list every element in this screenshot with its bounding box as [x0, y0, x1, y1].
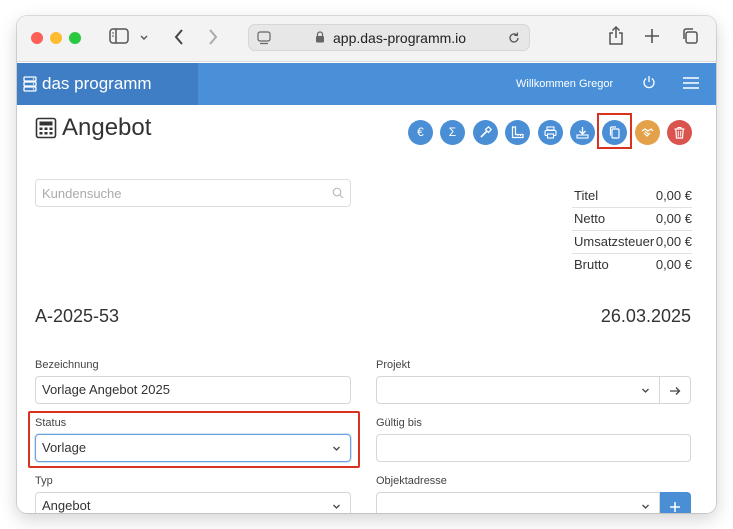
- hammer-icon: [480, 126, 492, 138]
- page-title: Angebot: [62, 114, 152, 141]
- bezeichnung-input[interactable]: Vorlage Angebot 2025: [35, 376, 351, 404]
- customer-search-input[interactable]: [36, 180, 316, 206]
- power-icon[interactable]: [642, 75, 656, 89]
- chevron-down-icon: [642, 504, 649, 509]
- welcome-text: Willkommen Gregor: [516, 78, 614, 90]
- close-window-button[interactable]: [31, 32, 43, 44]
- totals-row-brutto: Brutto 0,00 €: [572, 254, 692, 277]
- typ-select[interactable]: Angebot: [35, 492, 351, 513]
- chevron-down-icon: [333, 504, 340, 509]
- browser-window: app.das-programm.io das programm Willkom…: [17, 16, 716, 513]
- sigma-icon: Σ: [448, 125, 457, 139]
- handshake-button[interactable]: [635, 120, 660, 145]
- totals-table: Titel 0,00 € Netto 0,00 € Umsatzsteuer 0…: [572, 185, 692, 277]
- reload-icon[interactable]: [507, 31, 521, 45]
- sum-button[interactable]: Σ: [440, 120, 465, 145]
- print-button[interactable]: [538, 120, 563, 145]
- add-address-button[interactable]: [660, 492, 691, 513]
- projekt-select[interactable]: [376, 376, 660, 404]
- document-number: A-2025-53: [35, 306, 120, 326]
- calculator-icon: [35, 117, 57, 139]
- chevron-down-icon[interactable]: [139, 34, 149, 42]
- totals-label: Titel: [574, 188, 599, 203]
- back-icon[interactable]: [173, 28, 185, 46]
- gueltig-bis-input[interactable]: [376, 434, 691, 462]
- browser-toolbar: app.das-programm.io: [17, 16, 716, 62]
- euro-icon: €: [417, 125, 424, 139]
- ruler-icon: [511, 126, 524, 139]
- download-button[interactable]: [570, 120, 595, 145]
- typ-value: Angebot: [42, 498, 91, 513]
- page-icon: [257, 31, 271, 45]
- new-tab-icon[interactable]: [644, 28, 660, 44]
- tab-overview-icon[interactable]: [681, 27, 699, 45]
- chevron-down-icon: [642, 388, 649, 393]
- gueltig-bis-label: Gültig bis: [376, 417, 422, 429]
- server-icon: [23, 76, 37, 92]
- sidebar-toggle-icon[interactable]: [109, 28, 129, 44]
- open-project-button[interactable]: [660, 376, 691, 404]
- brand[interactable]: das programm: [17, 63, 198, 105]
- hammer-button[interactable]: [473, 120, 498, 145]
- address-bar[interactable]: app.das-programm.io: [248, 24, 530, 51]
- ruler-button[interactable]: [505, 120, 530, 145]
- handshake-icon: [641, 128, 654, 137]
- totals-value: 0,00 €: [655, 188, 692, 203]
- plus-icon: [670, 502, 680, 512]
- delete-button[interactable]: [667, 120, 692, 145]
- customer-search[interactable]: [35, 179, 351, 207]
- totals-label: Umsatzsteuer: [574, 234, 655, 249]
- trash-icon: [674, 126, 685, 139]
- arrow-right-icon: [670, 387, 681, 395]
- totals-row-netto: Netto 0,00 €: [572, 208, 692, 231]
- totals-row-umsatzsteuer: Umsatzsteuer 0,00 €: [572, 231, 692, 254]
- totals-value: 0,00 €: [655, 211, 692, 226]
- euro-button[interactable]: €: [408, 120, 433, 145]
- main-content: Angebot € Σ Kundensuche Titel 0,00 € Net…: [17, 105, 716, 513]
- lock-icon: [316, 31, 324, 43]
- status-select[interactable]: Vorlage: [35, 434, 351, 462]
- totals-value: 0,00 €: [655, 257, 692, 272]
- projekt-label: Projekt: [376, 359, 411, 371]
- url-text: app.das-programm.io: [333, 30, 467, 46]
- totals-value: 0,00 €: [655, 234, 692, 249]
- zoom-window-button[interactable]: [69, 32, 81, 44]
- chevron-down-icon: [333, 446, 340, 451]
- status-label: Status: [35, 417, 67, 429]
- forward-icon[interactable]: [207, 28, 219, 46]
- share-icon[interactable]: [608, 26, 624, 46]
- brand-name: das programm: [42, 74, 152, 93]
- search-icon: [332, 187, 344, 199]
- download-icon: [576, 127, 589, 139]
- totals-label: Netto: [574, 211, 606, 226]
- app-navbar: das programm Willkommen Gregor: [17, 63, 716, 105]
- objektadresse-select[interactable]: [376, 492, 660, 513]
- typ-label: Typ: [35, 475, 53, 487]
- totals-row-titel: Titel 0,00 €: [572, 185, 692, 208]
- printer-icon: [544, 126, 557, 139]
- copy-button-highlight: [597, 113, 632, 149]
- bezeichnung-label: Bezeichnung: [35, 359, 99, 371]
- menu-icon[interactable]: [683, 76, 699, 90]
- status-value: Vorlage: [42, 440, 87, 455]
- document-date: 26.03.2025: [600, 306, 691, 326]
- objektadresse-label: Objektadresse: [376, 475, 447, 487]
- minimize-window-button[interactable]: [50, 32, 62, 44]
- totals-label: Brutto: [574, 257, 609, 272]
